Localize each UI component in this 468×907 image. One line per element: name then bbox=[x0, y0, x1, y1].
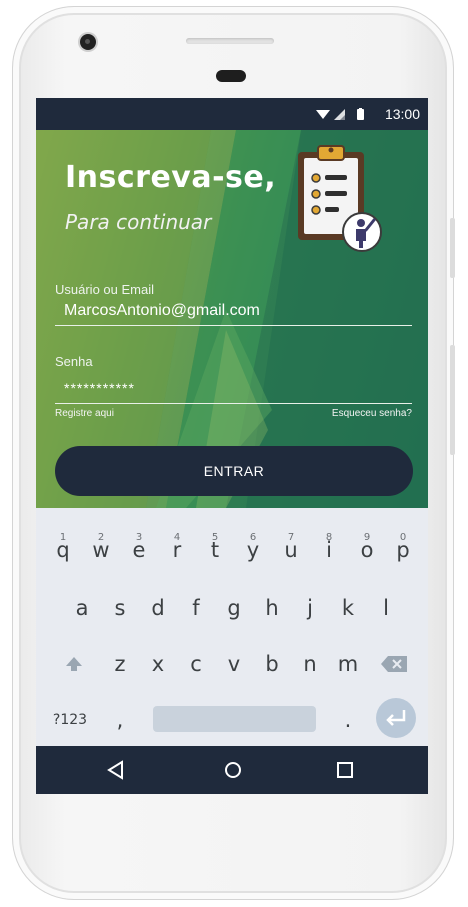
home-icon[interactable] bbox=[221, 758, 245, 782]
key-comma[interactable]: , bbox=[102, 698, 138, 742]
power-button bbox=[450, 345, 455, 455]
enter-arrow-icon bbox=[386, 710, 406, 726]
username-label: Usuário ou Email bbox=[55, 282, 154, 297]
login-screen: Inscreva-se, Para continuar Usuário ou E… bbox=[36, 130, 428, 508]
key-period[interactable]: . bbox=[330, 698, 366, 742]
backspace-key[interactable] bbox=[376, 642, 412, 686]
key-o[interactable]: 9o bbox=[349, 528, 385, 572]
key-y[interactable]: 6y bbox=[235, 528, 271, 572]
phone-screen: 13:00 Inscreva-se, Para continuar Usuári… bbox=[36, 98, 428, 794]
battery-icon bbox=[357, 109, 364, 120]
page-subtitle: Para continuar bbox=[65, 210, 212, 234]
shift-icon bbox=[66, 657, 82, 671]
symbols-key[interactable]: ?123 bbox=[52, 698, 88, 742]
key-i[interactable]: 8i bbox=[311, 528, 347, 572]
key-u[interactable]: 7u bbox=[273, 528, 309, 572]
volume-button bbox=[450, 218, 455, 278]
key-g[interactable]: g bbox=[216, 586, 252, 630]
status-icons bbox=[316, 108, 364, 120]
key-p[interactable]: 0p bbox=[385, 528, 421, 572]
back-icon[interactable] bbox=[104, 758, 128, 782]
key-e[interactable]: 3e bbox=[121, 528, 157, 572]
navigation-bar bbox=[36, 746, 428, 794]
password-label: Senha bbox=[55, 354, 93, 369]
earpiece-speaker bbox=[186, 38, 274, 44]
front-camera bbox=[80, 34, 96, 50]
enter-button[interactable]: ENTRAR bbox=[55, 446, 413, 496]
space-bar[interactable] bbox=[153, 706, 316, 732]
key-x[interactable]: x bbox=[140, 642, 176, 686]
key-a[interactable]: a bbox=[64, 586, 100, 630]
keyboard-enter-key[interactable] bbox=[376, 698, 416, 738]
key-d[interactable]: d bbox=[140, 586, 176, 630]
key-f[interactable]: f bbox=[178, 586, 214, 630]
key-r[interactable]: 4r bbox=[159, 528, 195, 572]
recents-icon[interactable] bbox=[333, 758, 357, 782]
shift-key[interactable] bbox=[56, 642, 92, 686]
backspace-icon bbox=[381, 656, 407, 672]
key-w[interactable]: 2w bbox=[83, 528, 119, 572]
key-v[interactable]: v bbox=[216, 642, 252, 686]
register-link[interactable]: Registre aqui bbox=[55, 408, 114, 419]
key-k[interactable]: k bbox=[330, 586, 366, 630]
key-n[interactable]: n bbox=[292, 642, 328, 686]
key-m[interactable]: m bbox=[330, 642, 366, 686]
status-bar: 13:00 bbox=[36, 98, 428, 130]
key-h[interactable]: h bbox=[254, 586, 290, 630]
page-title: Inscreva-se, bbox=[65, 160, 277, 195]
clipboard-illustration-icon bbox=[298, 145, 382, 252]
key-b[interactable]: b bbox=[254, 642, 290, 686]
status-time: 13:00 bbox=[384, 106, 420, 122]
key-z[interactable]: z bbox=[102, 642, 138, 686]
key-l[interactable]: l bbox=[368, 586, 404, 630]
username-input[interactable]: MarcosAntonio@gmail.com bbox=[55, 302, 412, 326]
wifi-icon bbox=[316, 110, 330, 119]
key-s[interactable]: s bbox=[102, 586, 138, 630]
key-j[interactable]: j bbox=[292, 586, 328, 630]
proximity-sensor bbox=[216, 70, 246, 82]
key-c[interactable]: c bbox=[178, 642, 214, 686]
key-q[interactable]: 1q bbox=[45, 528, 81, 572]
password-input[interactable]: *********** bbox=[55, 380, 412, 404]
forgot-password-link[interactable]: Esqueceu senha? bbox=[332, 408, 412, 419]
soft-keyboard: 1q 2w 3e 4r 5t 6y 7u 8i 9o 0p a s d f g … bbox=[36, 508, 428, 746]
key-t[interactable]: 5t bbox=[197, 528, 233, 572]
